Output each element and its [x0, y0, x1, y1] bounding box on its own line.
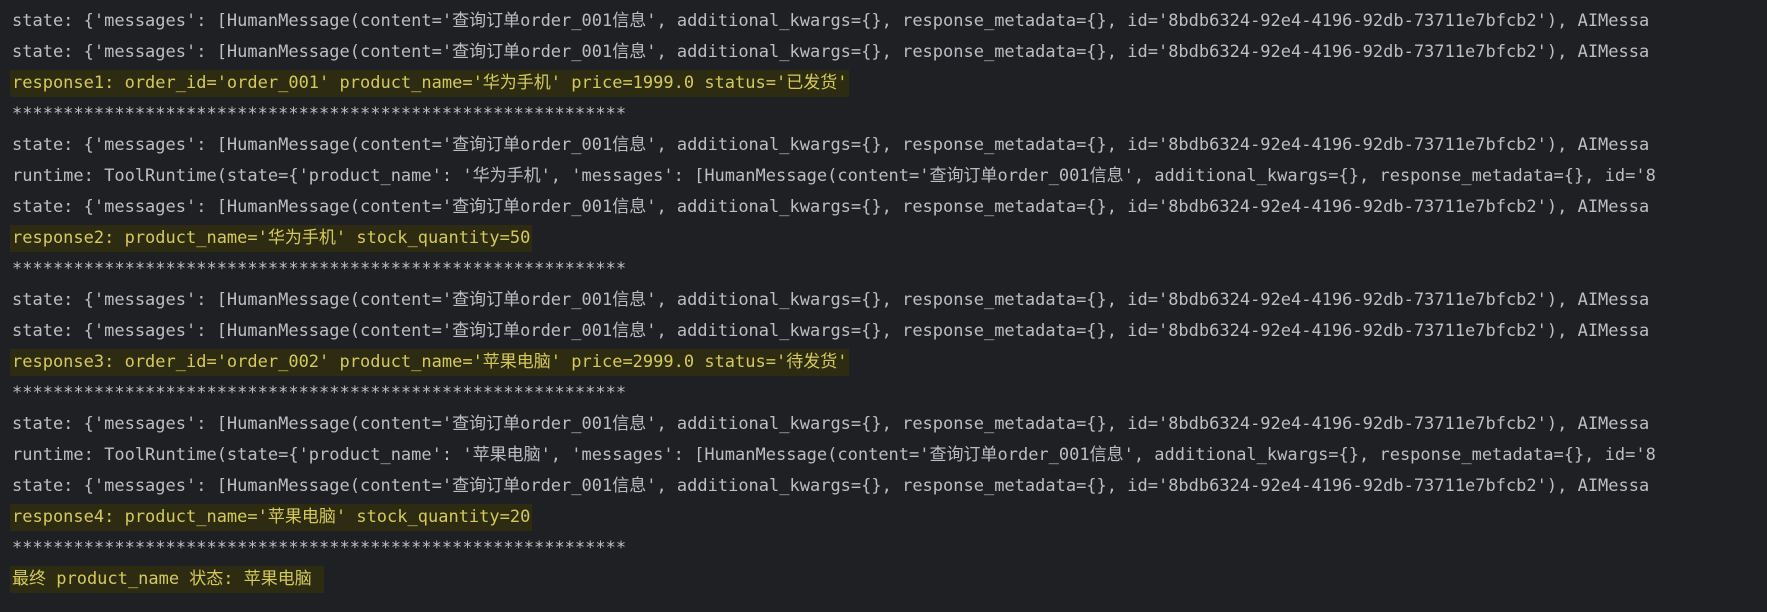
console-line-highlighted: response4: product_name='苹果电脑' stock_qua…: [0, 502, 1767, 533]
console-line-highlighted: 最终 product_name 状态: 苹果电脑: [0, 564, 1767, 595]
response-text: response4: product_name='苹果电脑' stock_qua…: [10, 504, 533, 531]
console-line: state: {'messages': [HumanMessage(conten…: [12, 42, 1650, 62]
console-line: state: {'messages': [HumanMessage(conten…: [12, 476, 1650, 496]
response-text: response2: product_name='华为手机' stock_qua…: [10, 225, 533, 252]
console-line: state: {'messages': [HumanMessage(conten…: [12, 11, 1650, 31]
console-line: state: {'messages': [HumanMessage(conten…: [12, 321, 1650, 341]
separator-line: ****************************************…: [12, 538, 627, 558]
response-text: response1: order_id='order_001' product_…: [10, 70, 850, 97]
console-line: runtime: ToolRuntime(state={'product_nam…: [12, 166, 1656, 186]
console-line: runtime: ToolRuntime(state={'product_nam…: [12, 445, 1656, 465]
console-line: state: {'messages': [HumanMessage(conten…: [12, 290, 1650, 310]
console-line: state: {'messages': [HumanMessage(conten…: [12, 414, 1650, 434]
separator-line: ****************************************…: [12, 259, 627, 279]
console-line: state: {'messages': [HumanMessage(conten…: [12, 197, 1650, 217]
console-output: state: {'messages': [HumanMessage(conten…: [0, 0, 1767, 612]
console-line-highlighted: response1: order_id='order_001' product_…: [0, 68, 1767, 99]
console-line-highlighted: response2: product_name='华为手机' stock_qua…: [0, 223, 1767, 254]
separator-line: ****************************************…: [12, 383, 627, 403]
final-status-text: 最终 product_name 状态: 苹果电脑: [10, 566, 324, 593]
separator-line: ****************************************…: [12, 104, 627, 124]
console-line-highlighted: response3: order_id='order_002' product_…: [0, 347, 1767, 378]
console-line: state: {'messages': [HumanMessage(conten…: [12, 135, 1650, 155]
response-text: response3: order_id='order_002' product_…: [10, 349, 850, 376]
